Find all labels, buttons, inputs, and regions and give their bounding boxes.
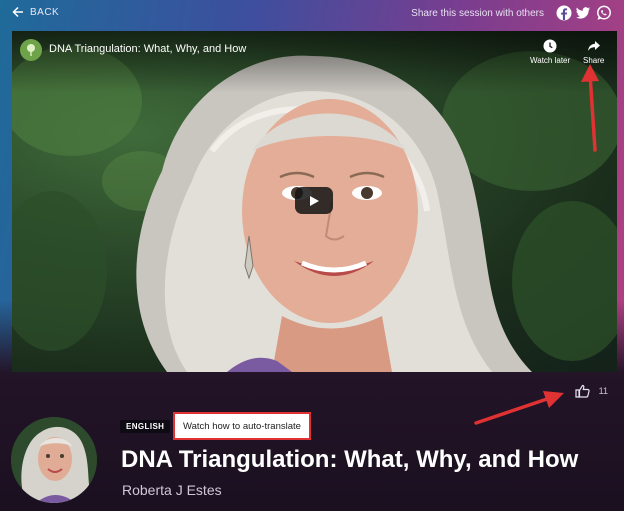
thumbs-up-icon[interactable] bbox=[575, 384, 590, 398]
play-icon bbox=[310, 195, 319, 206]
like-row: 11 bbox=[575, 384, 608, 398]
auto-translate-label: Watch how to auto-translate bbox=[183, 420, 301, 432]
speaker-photo bbox=[11, 417, 97, 503]
speaker-name[interactable]: Roberta J Estes bbox=[122, 482, 222, 498]
top-bar: BACK Share this session with others bbox=[0, 0, 624, 28]
facebook-icon[interactable] bbox=[556, 5, 572, 21]
auto-translate-link[interactable]: Watch how to auto-translate bbox=[173, 412, 311, 440]
share-label: Share bbox=[583, 56, 605, 65]
arrow-left-icon bbox=[12, 6, 23, 18]
session-title: DNA Triangulation: What, Why, and How bbox=[121, 446, 579, 473]
back-button[interactable]: BACK bbox=[12, 6, 59, 18]
video-header bbox=[12, 31, 617, 93]
watch-later-label: Watch later bbox=[530, 56, 571, 65]
video-title[interactable]: DNA Triangulation: What, Why, and How bbox=[49, 43, 246, 55]
share-button[interactable]: Share bbox=[583, 39, 604, 65]
video-player[interactable]: DNA Triangulation: What, Why, and How Wa… bbox=[12, 31, 617, 372]
speaker-avatar bbox=[11, 417, 97, 503]
channel-avatar[interactable] bbox=[20, 39, 42, 61]
twitter-icon[interactable] bbox=[575, 5, 591, 21]
share-arrow-icon bbox=[587, 41, 600, 51]
like-count: 11 bbox=[598, 386, 608, 396]
clock-icon bbox=[543, 39, 557, 53]
play-button[interactable] bbox=[295, 187, 333, 214]
tree-icon bbox=[27, 44, 35, 56]
whatsapp-icon[interactable] bbox=[596, 5, 612, 21]
language-badge: ENGLISH bbox=[120, 420, 171, 433]
share-session-text: Share this session with others bbox=[411, 8, 544, 19]
watch-later-button[interactable]: Watch later bbox=[530, 39, 570, 65]
back-label: BACK bbox=[30, 6, 60, 18]
